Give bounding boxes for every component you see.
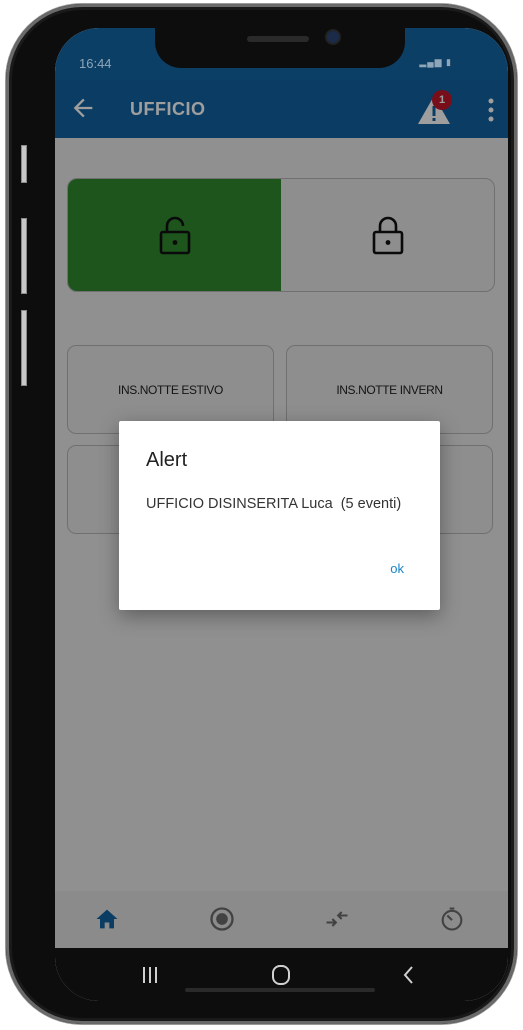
home-circle-icon[interactable] <box>268 962 294 988</box>
signal-battery-icon: ▂▄▆ ▮ <box>419 57 452 67</box>
phone-volume-down <box>21 310 27 386</box>
system-navigation-bar <box>55 948 508 1001</box>
recents-icon[interactable] <box>137 962 163 988</box>
front-camera <box>327 31 339 43</box>
dialog-message: UFFICIO DISINSERITA Luca (5 eventi) <box>146 496 402 512</box>
dialog-title: Alert <box>146 449 188 471</box>
ok-button[interactable]: ok <box>390 561 404 576</box>
home-indicator <box>185 988 375 992</box>
camera-notch <box>155 28 405 68</box>
status-time: 16:44 <box>79 56 112 71</box>
phone-side-button <box>21 145 27 183</box>
phone-screen: 16:44 ▂▄▆ ▮ UFFICIO 1 INS.NOTTE ESTIVO I… <box>55 28 508 1001</box>
back-chevron-icon[interactable] <box>396 962 422 988</box>
alert-dialog: Alert UFFICIO DISINSERITA Luca (5 eventi… <box>119 421 440 610</box>
speaker-grille <box>247 36 309 42</box>
phone-volume-up <box>21 218 27 294</box>
